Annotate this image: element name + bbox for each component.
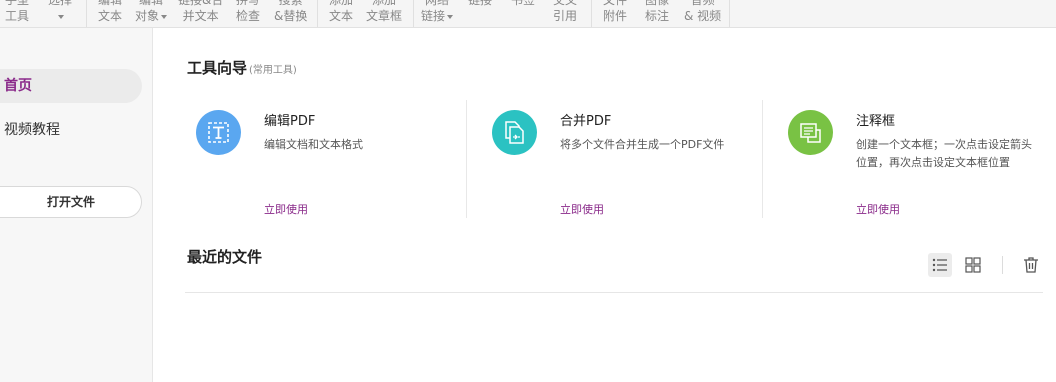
grid-view-button[interactable] — [961, 253, 985, 277]
callout-icon[interactable] — [788, 110, 833, 155]
add-article-label-1: 添加 — [372, 0, 397, 7]
delete-button[interactable] — [1019, 253, 1043, 277]
web-link-label-1: 网络 — [425, 0, 450, 7]
edit-pdf-card: 编辑PDF 编辑文档和文本格式 立即使用 — [186, 100, 482, 220]
edit-pdf-title: 编辑PDF — [264, 114, 316, 129]
edit-pdf-description: 编辑文档和文本格式 — [264, 138, 363, 151]
hand-tool-button[interactable]: 手型 工具 — [5, 0, 29, 24]
merge-pdf-use-now-link[interactable]: 立即使用 — [560, 201, 604, 217]
search-replace-button[interactable]: 搜索 &替换 — [274, 0, 307, 24]
tools-section-title: 工具向导 (常用工具) — [187, 57, 297, 78]
list-view-icon — [932, 258, 947, 272]
spell-check-label-2: 检查 — [236, 9, 261, 23]
search-replace-label-1: 搜索 — [278, 0, 303, 7]
cross-reference-button[interactable]: 交叉 引用 — [553, 0, 577, 24]
file-attachment-button[interactable]: 文件 附件 — [603, 0, 627, 24]
spell-check-button[interactable]: 拼写 检查 — [236, 0, 260, 24]
callout-box-description: 创建一个文本框；一次点击设定箭头位置，再次点击设定文本框位置 — [856, 138, 1032, 169]
add-text-label-1: 添加 — [329, 0, 354, 7]
callout-box-title: 注释框 — [856, 114, 896, 129]
bookmark-label: 书签 — [511, 0, 536, 7]
merge-files-icon[interactable] — [492, 110, 537, 155]
edit-pdf-use-now-link[interactable]: 立即使用 — [264, 201, 308, 217]
edit-text-button[interactable]: 编辑 文本 — [98, 0, 122, 24]
audio-video-button[interactable]: 音频 & 视频 — [684, 0, 721, 24]
card-divider — [762, 100, 763, 218]
cross-ref-label-2: 引用 — [553, 9, 578, 23]
sidebar-item-video-tutorials[interactable]: 视频教程 — [0, 113, 142, 147]
ribbon-divider — [729, 0, 730, 27]
edit-object-label-1: 编辑 — [139, 0, 164, 7]
toolbar-ribbon: 手型 工具 选择 编辑 文本 编辑 对象 链接&合 并文本 拼写 检查 搜索 &替换 添加文… — [0, 0, 1056, 28]
link-merge-label-2: 并文本 — [182, 9, 219, 23]
ribbon-divider — [317, 0, 318, 27]
ribbon-divider — [591, 0, 592, 27]
edit-object-button[interactable]: 编辑对象 — [135, 0, 168, 24]
sidebar: 首页 视频教程 打开文件 — [0, 28, 153, 382]
web-link-label-2: 链接 — [421, 9, 446, 23]
ribbon-divider — [413, 0, 414, 27]
hand-tool-label-2: 工具 — [5, 9, 30, 23]
bookmark-button[interactable]: 书签 — [511, 0, 535, 8]
list-view-button[interactable] — [928, 253, 952, 277]
link-button[interactable]: 链接 — [468, 0, 492, 8]
sidebar-item-home[interactable]: 首页 — [0, 69, 142, 103]
add-article-label-2: 文章框 — [366, 9, 403, 23]
spell-check-label-1: 拼写 — [236, 0, 261, 7]
edit-text-label-1: 编辑 — [98, 0, 123, 7]
edit-object-chevron-down-icon — [161, 14, 168, 19]
toolbar-divider — [1002, 256, 1003, 274]
card-divider — [466, 100, 467, 218]
select-tool-label: 选择 — [48, 0, 73, 7]
callout-box-use-now-link[interactable]: 立即使用 — [856, 201, 900, 217]
trash-icon — [1024, 257, 1038, 273]
merge-pdf-title: 合并PDF — [560, 114, 612, 129]
link-merge-label-1: 链接&合 — [178, 0, 224, 7]
audio-video-label-1: 音频 — [690, 0, 715, 7]
recent-files-title: 最近的文件 — [187, 248, 263, 266]
web-link-button[interactable]: 网络链接 — [421, 0, 454, 24]
image-markup-label-1: 图像 — [645, 0, 670, 7]
image-markup-label-2: 标注 — [645, 9, 670, 23]
search-replace-label-2: &替换 — [274, 9, 308, 23]
edit-object-label-2: 对象 — [135, 9, 160, 23]
add-article-box-button[interactable]: 添加 文章框 — [366, 0, 402, 24]
open-file-button[interactable]: 打开文件 — [0, 186, 142, 218]
select-chevron-down-icon — [58, 14, 64, 19]
hand-tool-label-1: 手型 — [5, 0, 30, 7]
edit-text-icon[interactable] — [196, 110, 241, 155]
link-merge-text-button[interactable]: 链接&合并文本 — [178, 0, 223, 24]
link-label: 链接 — [468, 0, 493, 7]
ribbon-divider — [86, 0, 87, 27]
add-text-button[interactable]: 添加 文本 — [329, 0, 353, 24]
attachment-label-2: 附件 — [603, 9, 628, 23]
callout-box-card: 注释框 创建一个文本框；一次点击设定箭头位置，再次点击设定文本框位置 立即使用 — [778, 100, 1056, 220]
audio-video-label-2: & 视频 — [684, 9, 722, 23]
tools-title: 工具向导 — [187, 59, 248, 77]
edit-text-label-2: 文本 — [98, 9, 123, 23]
attachment-label-1: 文件 — [603, 0, 628, 7]
grid-view-icon — [965, 257, 981, 273]
select-tool-button[interactable]: 选择 — [48, 0, 72, 24]
image-markup-button[interactable]: 图像 标注 — [645, 0, 669, 24]
merge-pdf-description: 将多个文件合并生成一个PDF文件 — [560, 138, 725, 151]
merge-pdf-card: 合并PDF 将多个文件合并生成一个PDF文件 立即使用 — [482, 100, 778, 220]
web-link-chevron-down-icon — [447, 14, 454, 19]
tools-subtitle: (常用工具) — [249, 65, 297, 76]
recent-files-divider — [185, 292, 1043, 293]
cross-ref-label-1: 交叉 — [553, 0, 578, 7]
add-text-label-2: 文本 — [329, 9, 354, 23]
